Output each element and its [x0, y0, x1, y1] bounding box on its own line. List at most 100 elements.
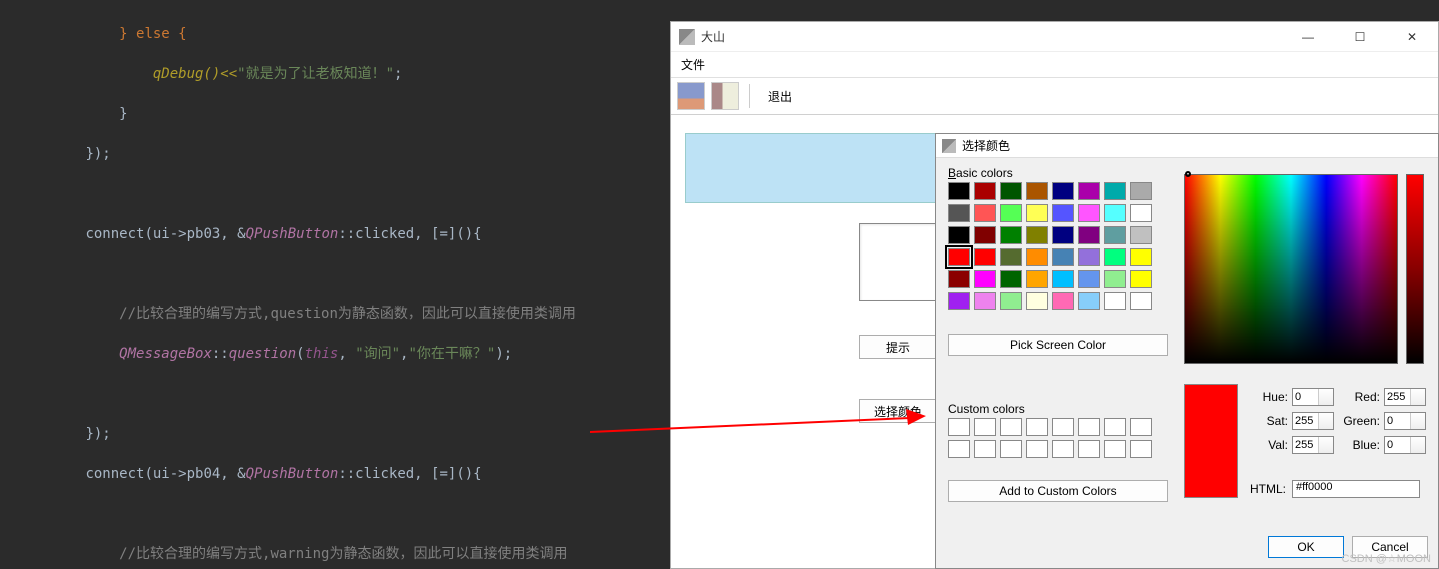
color-gradient[interactable]	[1184, 174, 1398, 364]
color-swatch[interactable]	[948, 226, 970, 244]
color-swatch[interactable]	[1130, 182, 1152, 200]
custom-swatch[interactable]	[1000, 440, 1022, 458]
color-swatch[interactable]	[1052, 226, 1074, 244]
custom-swatch[interactable]	[974, 440, 996, 458]
color-swatch[interactable]	[1000, 270, 1022, 288]
color-swatch[interactable]	[1130, 270, 1152, 288]
color-dialog: 选择颜色 BBasic colorsasic colors Pick Scree…	[935, 133, 1439, 569]
color-swatch[interactable]	[1026, 248, 1048, 266]
color-swatch[interactable]	[974, 292, 996, 310]
color-swatch[interactable]	[1052, 270, 1074, 288]
hue-slider[interactable]	[1406, 174, 1424, 364]
window-title: 大山	[701, 28, 1290, 45]
color-swatch[interactable]	[1052, 182, 1074, 200]
choose-color-button[interactable]: 选择颜色	[859, 399, 937, 423]
color-swatch[interactable]	[974, 270, 996, 288]
custom-swatch[interactable]	[1026, 418, 1048, 436]
blue-input[interactable]: 0	[1384, 436, 1426, 454]
color-swatch[interactable]	[1026, 292, 1048, 310]
menubar[interactable]: 文件	[671, 52, 1438, 77]
code-editor[interactable]: } else { qDebug()<<"就是为了让老板知道！"; } }); c…	[0, 0, 670, 569]
hue-input[interactable]: 0	[1292, 388, 1334, 406]
custom-swatch[interactable]	[1000, 418, 1022, 436]
color-swatch[interactable]	[974, 248, 996, 266]
html-input[interactable]: #ff0000	[1292, 480, 1420, 498]
color-swatch[interactable]	[1130, 292, 1152, 310]
sat-input[interactable]: 255	[1292, 412, 1334, 430]
custom-swatch[interactable]	[948, 440, 970, 458]
titlebar[interactable]: 大山 — ☐ ✕	[671, 22, 1438, 52]
color-swatch[interactable]	[1000, 182, 1022, 200]
color-swatch[interactable]	[1026, 226, 1048, 244]
toolbar-image-2[interactable]	[711, 82, 739, 110]
minimize-button[interactable]: —	[1290, 26, 1326, 48]
color-swatch[interactable]	[1052, 248, 1074, 266]
toolbar-image-1[interactable]	[677, 82, 705, 110]
color-swatch[interactable]	[1130, 204, 1152, 222]
color-swatch[interactable]	[1052, 204, 1074, 222]
color-swatch[interactable]	[1104, 292, 1126, 310]
custom-swatch[interactable]	[1130, 418, 1152, 436]
pick-screen-color-button[interactable]: Pick Screen Color	[948, 334, 1168, 356]
qmessagebox: QMessageBox	[119, 346, 212, 362]
color-swatch[interactable]	[1104, 248, 1126, 266]
color-swatch[interactable]	[1130, 226, 1152, 244]
color-swatch[interactable]	[1000, 226, 1022, 244]
color-swatch[interactable]	[1026, 270, 1048, 288]
color-swatch[interactable]	[948, 292, 970, 310]
color-swatch[interactable]	[974, 226, 996, 244]
custom-swatch[interactable]	[1052, 418, 1074, 436]
custom-swatch[interactable]	[1104, 418, 1126, 436]
hint-button[interactable]: 提示	[859, 335, 937, 359]
color-swatch[interactable]	[1078, 270, 1100, 288]
dialog-titlebar[interactable]: 选择颜色	[936, 134, 1438, 158]
color-swatch[interactable]	[1104, 182, 1126, 200]
color-swatch[interactable]	[1078, 182, 1100, 200]
color-swatch[interactable]	[1104, 204, 1126, 222]
color-swatch[interactable]	[948, 182, 970, 200]
ok-button[interactable]: OK	[1268, 536, 1344, 558]
color-swatch[interactable]	[1078, 292, 1100, 310]
menu-file[interactable]: 文件	[681, 58, 705, 72]
maximize-button[interactable]: ☐	[1342, 26, 1378, 48]
color-swatch[interactable]	[948, 204, 970, 222]
custom-swatch[interactable]	[1026, 440, 1048, 458]
color-swatch[interactable]	[1052, 292, 1074, 310]
green-input[interactable]: 0	[1384, 412, 1426, 430]
color-swatch[interactable]	[1104, 226, 1126, 244]
question: question	[229, 346, 296, 362]
color-swatch[interactable]	[1078, 248, 1100, 266]
custom-swatch[interactable]	[1130, 440, 1152, 458]
custom-swatch[interactable]	[974, 418, 996, 436]
color-swatch[interactable]	[1130, 248, 1152, 266]
val-input[interactable]: 255	[1292, 436, 1334, 454]
preview-box	[859, 223, 937, 301]
watermark: CSDN @☆MOON	[1342, 552, 1431, 565]
color-swatch[interactable]	[974, 182, 996, 200]
toolbar-exit[interactable]: 退出	[760, 84, 800, 109]
color-swatch[interactable]	[1078, 226, 1100, 244]
gradient-cursor-icon[interactable]	[1185, 171, 1191, 177]
color-swatch[interactable]	[1026, 182, 1048, 200]
color-swatch[interactable]	[948, 270, 970, 288]
color-swatch[interactable]	[1078, 204, 1100, 222]
color-swatch[interactable]	[1000, 204, 1022, 222]
connect-pb03: connect(ui->pb03, &QPushButton::clicked,…	[85, 226, 481, 242]
custom-swatch[interactable]	[1078, 418, 1100, 436]
color-swatch[interactable]	[948, 248, 970, 266]
color-swatch[interactable]	[1026, 204, 1048, 222]
custom-swatch[interactable]	[948, 418, 970, 436]
color-swatch[interactable]	[974, 204, 996, 222]
color-swatch[interactable]	[1000, 292, 1022, 310]
color-swatch[interactable]	[1104, 270, 1126, 288]
custom-swatch[interactable]	[1052, 440, 1074, 458]
color-swatch[interactable]	[1000, 248, 1022, 266]
add-custom-button[interactable]: Add to Custom Colors	[948, 480, 1168, 502]
blue-field: Blue:0	[1342, 436, 1426, 454]
custom-swatch[interactable]	[1104, 440, 1126, 458]
close-button[interactable]: ✕	[1394, 26, 1430, 48]
basic-colors-label: BBasic colorsasic colors	[948, 166, 1013, 180]
red-input[interactable]: 255	[1384, 388, 1426, 406]
custom-colors-grid	[948, 418, 1152, 458]
custom-swatch[interactable]	[1078, 440, 1100, 458]
